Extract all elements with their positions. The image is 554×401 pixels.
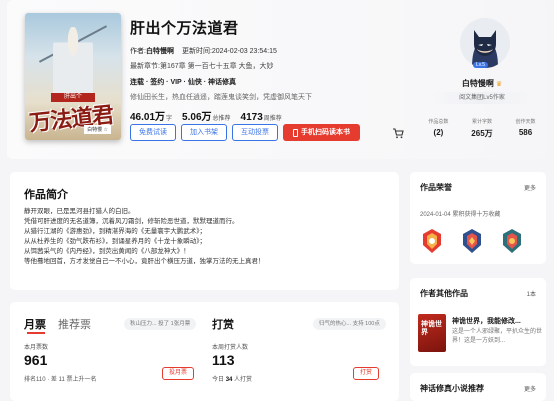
author-stat-value: (2) — [433, 128, 444, 137]
recommend-head: 神话修真小说推荐 更多 — [420, 383, 536, 394]
author-link[interactable]: 白特慢啊 — [146, 48, 174, 55]
tab-monthly-ticket[interactable]: 月票 — [24, 316, 46, 332]
recommend-more-link[interactable]: 更多 — [524, 384, 536, 393]
honor-card: 作品荣誉 更多 2024-01-04 累积获得十万收藏 — [410, 172, 546, 264]
monthly-count: 961 — [24, 352, 48, 368]
honor-line: 2024-01-04 累积获得十万收藏 — [420, 212, 501, 218]
reward-count-label: 本周打赏人数 — [212, 345, 249, 351]
vote-button[interactable]: 互动投票 — [232, 124, 278, 141]
other-works-card: 作者其他作品 1本 神诡世界 神诡世界，我能修改... 这是一个人邪绿聚，平扒众… — [410, 278, 546, 366]
batman-avatar-icon — [460, 18, 510, 68]
other-works-head: 作者其他作品 1本 — [420, 288, 536, 299]
intro-line: 静开双眼，已是黑河县打猎人的白旧。 — [24, 208, 135, 215]
book-cover[interactable]: 肝出个 万法道君 白特慢 ☆ — [25, 13, 121, 140]
word-count-unit: 字 — [166, 116, 173, 122]
cover-figure-art — [53, 27, 93, 97]
action-bar: 免费试读 加入书架 互动投票 手机扫码读本书 — [130, 124, 360, 141]
other-book-cover-text: 神诡世界 — [421, 319, 442, 336]
other-book-title[interactable]: 神诡世界，我能修改... — [452, 316, 544, 326]
ticket-card: 月票 推荐票 秋山压力... 投了 1张月票 本月票数 961 排名110 · … — [10, 302, 399, 401]
meta-line: 作者:白特慢啊 更新时间:2024-02-03 23:54:15 — [130, 46, 277, 56]
medal-teal-icon[interactable] — [500, 227, 524, 255]
reward-ticker: 归气的热心... 支持 100点 — [313, 318, 386, 330]
medal-red-icon[interactable] — [420, 227, 444, 255]
author-prefix: 作者: — [130, 48, 146, 55]
intro-body: 静开双眼，已是黑河县打猎人的白旧。 凭借可肝进度的无名道簿，沉着风刀霜剑，修斩险… — [24, 207, 394, 267]
intro-card: 作品简介 静开双眼，已是黑河县打猎人的白旧。 凭借可肝进度的无名道簿，沉着风刀霜… — [10, 172, 399, 290]
recommend-card: 神话修真小说推荐 更多 — [410, 373, 546, 401]
intro-line: 等他蓦地回首，方才发觉自己一不小心，竟肝出个横压万道，独掌万法的无上真君！ — [24, 258, 265, 265]
medal-row — [420, 227, 524, 255]
author-name-text: 白特慢啊 — [461, 79, 494, 88]
intro-line: 从饵茜采气的《内丹经》，到荧出黄闻的《八部龙神大》！ — [24, 248, 190, 255]
reward-title: 打赏 — [212, 319, 234, 331]
author-stats: 作品总数 (2) 累计字数 265万 创作天数 586 — [417, 118, 547, 139]
honor-title: 作品荣誉 — [420, 183, 452, 192]
medal-blue-icon[interactable] — [460, 227, 484, 255]
author-stat-label: 作品总数 — [428, 119, 449, 125]
intro-title: 作品简介 — [24, 189, 68, 201]
book-tags: 连载 · 签约 · VIP · 仙侠 · 神话修真 — [130, 79, 237, 86]
reward-today-count: 34 — [225, 377, 233, 383]
author-stat-label: 创作天数 — [515, 119, 536, 125]
author-stat-words: 累计字数 265万 — [471, 118, 492, 139]
other-works-title: 作者其他作品 — [420, 289, 468, 298]
author-stat-days: 创作天数 586 — [516, 118, 536, 139]
latest-chapter-link[interactable]: 最新章节:第167章 第一百七十五章 大鱼，大妙 — [130, 61, 274, 71]
author-avatar[interactable] — [460, 18, 510, 68]
author-stat-value: 265万 — [471, 129, 493, 138]
other-book-desc: 这是一个人邪绿聚，平扒众生的世界！这是一方妖到... — [452, 329, 543, 344]
phone-icon — [293, 128, 298, 137]
cart-icon[interactable] — [392, 127, 404, 139]
intro-line: 凭借可肝进度的无名道簿，沉着风刀霜剑，修斩险恶世道，默默理道而行。 — [24, 218, 239, 225]
reward-button[interactable]: 打赏 — [353, 367, 380, 380]
reward-today-line: 今日 34 人打赏 — [212, 374, 252, 383]
works-count-value: 2 — [436, 128, 441, 137]
weekly-recommend-unit: 周推荐 — [263, 116, 282, 122]
author-level: 阅文集团Lv5作家 — [431, 92, 533, 104]
reward-today-prefix: 今日 — [212, 377, 225, 383]
honor-more-link[interactable]: 更多 — [524, 183, 536, 192]
intro-line: 从猎行江湖的《游惠劲》，到精湛界海的《无量寰宇大鹏武术》； — [24, 228, 206, 235]
book-tagline: 修仙田长生，热血任逍遥，踏莲鬼谈笑剑，凭虚御风笔天下 — [130, 94, 312, 101]
update-time: 更新时间:2024-02-03 23:54:15 — [181, 48, 277, 55]
level-badge: Lv.5 — [473, 62, 489, 68]
author-name[interactable]: 白特慢啊 ♛ — [417, 78, 547, 89]
cover-author: 白特慢 ☆ — [84, 125, 111, 134]
author-panel: Lv.5 白特慢啊 ♛ 阅文集团Lv5作家 作品总数 (2) 累计字数 265万 创作… — [417, 10, 547, 150]
total-recommend: 5.06万 — [182, 112, 212, 123]
author-stat-value: 586 — [518, 128, 533, 137]
mobile-read-button[interactable]: 手机扫码读本书 — [283, 124, 360, 141]
mobile-read-label: 手机扫码读本书 — [301, 129, 350, 136]
recommend-title: 神话修真小说推荐 — [420, 384, 484, 393]
weekly-recommend: 4173 — [240, 112, 263, 123]
monthly-ticker: 秋山压力... 投了 1张月票 — [124, 318, 197, 330]
author-stat-label: 累计字数 — [471, 119, 492, 125]
intro-line: 从从杜养生的《劲气跌布衫》，到诵星养月的《十龙十象瞬动》； — [24, 238, 206, 245]
crown-icon: ♛ — [495, 81, 503, 88]
free-trial-button[interactable]: 免费试读 — [130, 124, 176, 141]
total-recommend-unit: 总推荐 — [212, 116, 231, 122]
book-stats: 46.01万字 5.06万总推荐 4173周推荐 — [130, 108, 282, 123]
vote-monthly-button[interactable]: 投月票 — [162, 367, 195, 380]
add-shelf-button[interactable]: 加入书架 — [181, 124, 227, 141]
monthly-count-label: 本月票数 — [24, 345, 49, 351]
reward-count: 113 — [212, 352, 235, 368]
word-count: 46.01万 — [130, 112, 166, 123]
other-book-cover[interactable]: 神诡世界 — [418, 314, 446, 352]
other-works-count: 1本 — [526, 292, 536, 298]
book-title: 肝出个万法道君 — [130, 20, 239, 37]
reward-today-suffix: 人打赏 — [234, 377, 253, 383]
book-header-card: 肝出个 万法道君 白特慢 ☆ 肝出个万法道君 作者:白特慢啊 更新时间:2024-… — [7, 0, 546, 159]
monthly-rank-line: 排名110 · 差 11 票上升一名 — [24, 377, 97, 383]
active-tab-indicator — [27, 332, 45, 334]
tab-recommend-ticket[interactable]: 推荐票 — [58, 316, 91, 332]
honor-head: 作品荣誉 更多 — [420, 182, 536, 193]
author-stat-works: 作品总数 (2) — [428, 118, 448, 139]
